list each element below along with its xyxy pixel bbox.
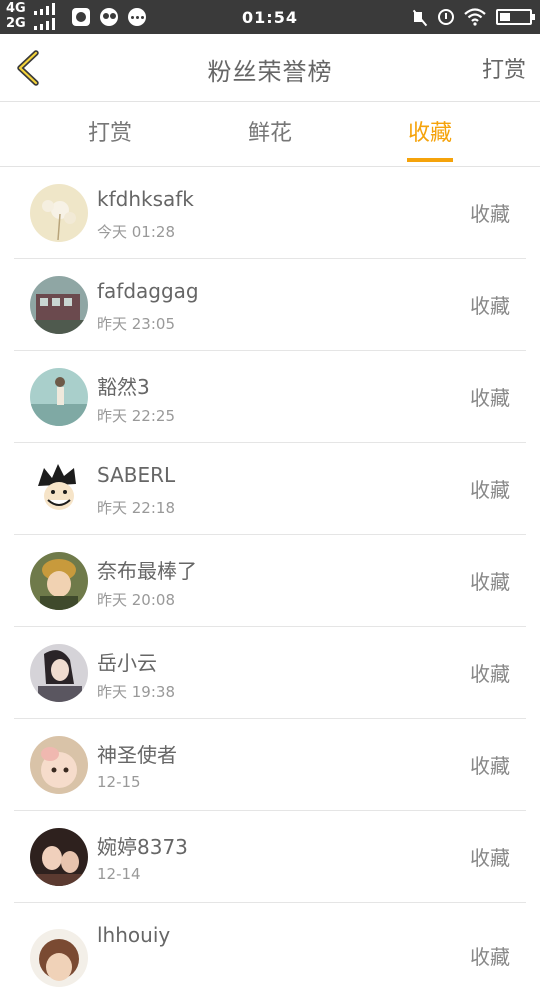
favorite-label: 收藏 [470,202,510,226]
fan-time: 12-14 [97,865,141,883]
page-title: 粉丝荣誉榜 [207,58,333,86]
list-item[interactable]: 豁然3 昨天 22:25 收藏 [0,351,540,443]
alarm-icon [438,9,454,25]
reward-link[interactable]: 打赏 [482,52,526,84]
avatar[interactable] [30,552,88,610]
fan-name: 神圣使者 [97,743,177,767]
avatar[interactable] [30,184,88,242]
fan-time: 昨天 22:18 [97,499,175,517]
list-item[interactable]: 神圣使者 12-15 收藏 [0,719,540,811]
tab-favorites[interactable]: 收藏 [340,102,520,166]
battery-icon [496,9,535,25]
active-tab-indicator [407,158,453,162]
favorite-label: 收藏 [470,478,510,502]
favorite-label: 收藏 [470,846,510,870]
tab-flowers[interactable]: 鲜花 [180,102,360,166]
fan-time: 12-15 [97,773,141,791]
avatar[interactable] [30,368,88,426]
fan-name: fafdaggag [97,279,199,303]
tab-bar: 打赏 鲜花 收藏 [0,102,540,167]
favorite-label: 收藏 [470,294,510,318]
list-item[interactable]: 岳小云 昨天 19:38 收藏 [0,627,540,719]
battery-level [500,13,510,21]
favorite-label: 收藏 [470,754,510,778]
avatar[interactable] [30,929,88,987]
fan-name: 奈布最棒了 [97,559,197,583]
list-item[interactable]: fafdaggag 昨天 23:05 收藏 [0,259,540,351]
fan-name: 豁然3 [97,375,150,399]
fan-time: 昨天 19:38 [97,683,175,701]
favorite-label: 收藏 [470,662,510,686]
fan-name: lhhouiy [97,923,171,947]
list-item[interactable]: SABERL 昨天 22:18 收藏 [0,443,540,535]
status-bar: 4G 2G 01:54 [0,0,540,34]
list-item[interactable]: kfdhksafk 今天 01:28 收藏 [0,167,540,259]
favorite-label: 收藏 [470,945,510,969]
favorite-label: 收藏 [470,570,510,594]
fan-list[interactable]: kfdhksafk 今天 01:28 收藏 fafdaggag 昨天 23:05… [0,167,540,995]
avatar[interactable] [30,460,88,518]
tab-label: 鲜花 [247,121,292,146]
fan-name: 岳小云 [97,651,157,675]
fan-time: 昨天 20:08 [97,591,175,609]
fan-time: 今天 01:28 [97,223,175,241]
wifi-icon [464,8,486,26]
fan-name: 婉婷8373 [97,835,188,859]
mute-icon [412,9,428,25]
fan-time: 昨天 22:25 [97,407,175,425]
favorite-label: 收藏 [470,386,510,410]
fan-time: 昨天 23:05 [97,315,175,333]
fan-name: kfdhksafk [97,187,194,211]
avatar[interactable] [30,276,88,334]
list-item[interactable]: lhhouiy 收藏 [0,903,540,995]
tab-label: 打赏 [87,121,132,146]
tab-label: 收藏 [407,121,452,146]
avatar[interactable] [30,644,88,702]
list-item[interactable]: 婉婷8373 12-14 收藏 [0,811,540,903]
fan-name: SABERL [97,463,176,487]
avatar[interactable] [30,736,88,794]
tab-reward[interactable]: 打赏 [20,102,200,166]
list-item[interactable]: 奈布最棒了 昨天 20:08 收藏 [0,535,540,627]
header: 粉丝荣誉榜 打赏 [0,34,540,102]
avatar[interactable] [30,828,88,886]
